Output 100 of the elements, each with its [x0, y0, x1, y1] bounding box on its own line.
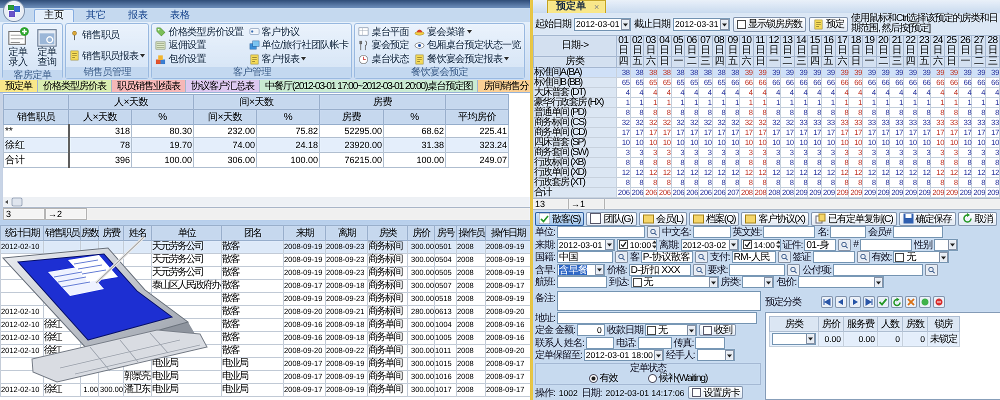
- ribbon-button[interactable]: 宴会菜谱: [413, 25, 522, 38]
- document-tab[interactable]: 职员销售业绩表: [112, 80, 186, 92]
- ribbon-button[interactable]: 价格类型房价设置: [154, 25, 245, 38]
- date-picker[interactable]: 2012-03-01 18:00: [584, 349, 664, 362]
- dropdown-field[interactable]: [742, 276, 774, 288]
- type-button[interactable]: 档案(Q): [689, 212, 740, 226]
- ribbon-tab[interactable]: 主页: [34, 9, 74, 22]
- document-tab[interactable]: 房间销售分: [478, 80, 530, 92]
- checkbox[interactable]: [646, 326, 656, 335]
- document-tab[interactable]: 预定单: [0, 80, 38, 92]
- ribbon-tab[interactable]: 表格: [160, 9, 200, 22]
- room-card-button[interactable]: 设置房卡: [688, 386, 744, 399]
- text-field[interactable]: [586, 336, 614, 349]
- ribbon-button[interactable]: 销售职员报表: [68, 49, 146, 62]
- action-button[interactable]: 取消: [958, 212, 997, 226]
- checkbox[interactable]: [895, 252, 904, 262]
- checkbox[interactable]: [742, 240, 752, 250]
- search-icon[interactable]: [614, 251, 628, 264]
- search-icon[interactable]: [838, 238, 852, 251]
- search-icon[interactable]: [646, 226, 660, 238]
- text-field[interactable]: [695, 336, 726, 349]
- type-button[interactable]: 散客(S): [535, 212, 584, 226]
- refresh-icon[interactable]: [891, 296, 903, 308]
- text-field[interactable]: 中国: [556, 251, 613, 264]
- text-field[interactable]: [556, 276, 607, 288]
- checkbox[interactable]: [618, 240, 628, 250]
- ribbon-button[interactable]: 宴会预定: [357, 38, 410, 52]
- previous-icon[interactable]: [835, 296, 847, 308]
- text-field[interactable]: 01-身: [804, 238, 836, 251]
- checkbox[interactable]: [737, 20, 746, 28]
- dropdown-field[interactable]: 无: [644, 324, 697, 336]
- search-icon[interactable]: [692, 264, 706, 276]
- date-picker[interactable]: 2012-03-31: [673, 18, 730, 30]
- dropdown-field[interactable]: [696, 349, 735, 362]
- type-button[interactable]: 会员(L): [638, 212, 688, 226]
- ribbon-button[interactable]: 客户协议: [248, 25, 350, 38]
- check-icon[interactable]: [877, 296, 889, 308]
- ribbon-button[interactable]: 客户报表: [248, 52, 350, 66]
- search-icon[interactable]: [778, 251, 791, 264]
- remarks-field[interactable]: [556, 290, 761, 310]
- ribbon-button[interactable]: 餐饮宴会预定报表: [413, 52, 522, 66]
- checkbox[interactable]: [632, 278, 642, 287]
- text-field[interactable]: [763, 226, 816, 238]
- checkbox-button[interactable]: 显示锁房房数: [733, 16, 806, 32]
- radio-option[interactable]: 候补(Waiting): [648, 374, 708, 384]
- minus-circle-icon[interactable]: [933, 296, 945, 308]
- search-icon[interactable]: [925, 264, 938, 276]
- dropdown-field[interactable]: [798, 276, 884, 288]
- text-field[interactable]: [892, 226, 943, 238]
- dropdown-field[interactable]: 含早餐: [556, 264, 605, 276]
- radio-option[interactable]: 有效: [588, 374, 618, 384]
- received-button[interactable]: 收到: [698, 324, 736, 336]
- action-button[interactable]: 确定保存: [898, 212, 956, 226]
- ribbon-button[interactable]: 单位/旅行社团队帐卡: [248, 38, 350, 52]
- radio-button[interactable]: [588, 374, 598, 383]
- book-button[interactable]: 预定: [809, 16, 848, 32]
- last-icon[interactable]: [863, 296, 875, 308]
- text-field[interactable]: [833, 264, 924, 276]
- ribbon-button[interactable]: 销售职员: [68, 28, 146, 42]
- dropdown-field[interactable]: [772, 332, 816, 344]
- search-icon[interactable]: [694, 251, 708, 264]
- text-field[interactable]: [860, 238, 912, 251]
- time-field[interactable]: 14:00: [740, 238, 781, 251]
- text-field[interactable]: 0: [576, 324, 605, 336]
- text-field[interactable]: [812, 251, 855, 264]
- action-button[interactable]: 已有定单复制(C): [810, 212, 897, 226]
- ribbon-button[interactable]: 定单录入: [5, 25, 31, 69]
- search-icon[interactable]: [856, 251, 870, 264]
- ribbon-button[interactable]: 包厢桌台预定状态一览: [413, 38, 522, 52]
- document-tab[interactable]: 协议客户汇总表: [186, 80, 260, 92]
- document-tab[interactable]: 价格类型房价表: [38, 80, 112, 92]
- search-icon[interactable]: [787, 264, 800, 276]
- ribbon-button[interactable]: 返佣设置: [154, 38, 245, 52]
- ribbon-tab[interactable]: 报表: [118, 9, 158, 22]
- dropdown-field[interactable]: 无: [893, 251, 950, 264]
- text-field[interactable]: D-折扣 XXX: [628, 264, 691, 276]
- ribbon-tab[interactable]: 其它: [76, 9, 116, 22]
- ribbon-button[interactable]: 桌台平面: [357, 25, 410, 38]
- time-field[interactable]: 10:00: [616, 238, 657, 251]
- next-icon[interactable]: [849, 296, 861, 308]
- dropdown-field[interactable]: [934, 238, 958, 251]
- ribbon-button[interactable]: 定单查询: [34, 25, 60, 69]
- radio-button[interactable]: [648, 374, 657, 383]
- document-tab[interactable]: 中餐厅(2012-03-01 17:00~2012-03-01 20:00)桌台预定图: [260, 80, 478, 92]
- text-field[interactable]: [729, 264, 786, 276]
- cross-icon[interactable]: [905, 296, 917, 308]
- app-logo-icon[interactable]: [2, 0, 26, 22]
- type-button[interactable]: 客户协议(X): [741, 212, 809, 226]
- type-button[interactable]: 团队(G): [586, 212, 637, 226]
- ribbon-button[interactable]: 桌台状态: [357, 52, 410, 66]
- document-tab[interactable]: 预定单 ×: [547, 0, 606, 13]
- first-icon[interactable]: [821, 296, 833, 308]
- text-field[interactable]: [556, 226, 645, 238]
- date-picker[interactable]: 2012-03-01: [574, 18, 631, 30]
- text-field[interactable]: [638, 336, 672, 349]
- dropdown-field[interactable]: 无: [630, 276, 719, 288]
- text-field[interactable]: [692, 226, 731, 238]
- text-field[interactable]: RM-人民: [732, 251, 776, 264]
- text-field[interactable]: [556, 312, 757, 324]
- ribbon-button[interactable]: 包价设置: [154, 52, 245, 66]
